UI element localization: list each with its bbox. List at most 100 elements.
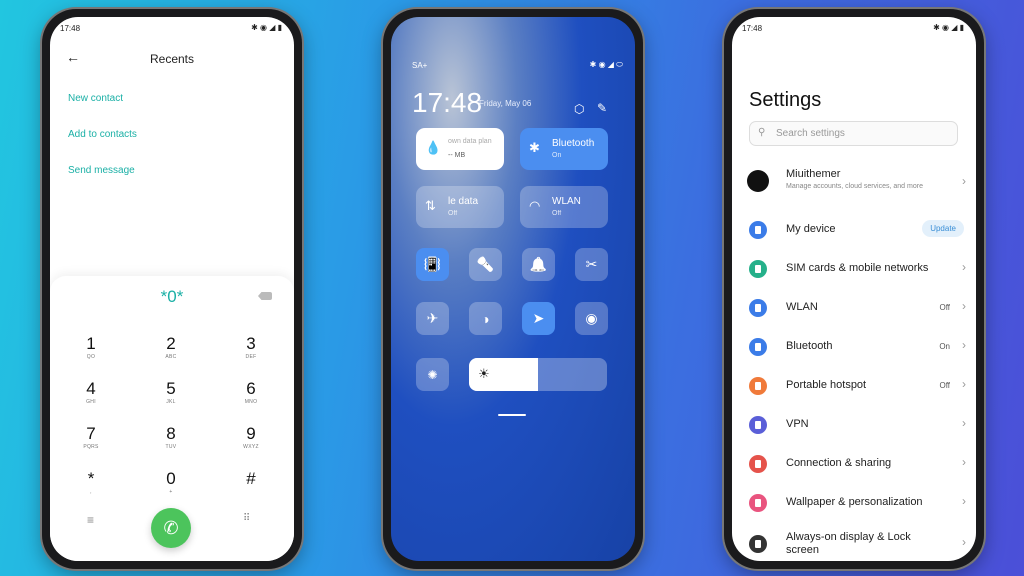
auto-brightness-button[interactable]: ✺ [416, 358, 449, 391]
key-digit: 6 [246, 379, 256, 398]
airplane-icon: ✈ [426, 310, 439, 326]
settings-item-label: Bluetooth [786, 340, 833, 352]
flashlight-toggle[interactable]: 🔦 [469, 248, 502, 281]
key-digit: 4 [86, 379, 96, 398]
chevron-right-icon: › [962, 377, 966, 391]
dark-mode-toggle[interactable]: ◑ [469, 302, 502, 335]
key-digit: 2 [166, 334, 176, 353]
edit-icon[interactable]: ✎ [597, 101, 607, 115]
tile-subtitle: -- MB [448, 152, 466, 159]
settings-item-label: VPN [786, 418, 809, 430]
key-letters: TUV [165, 444, 177, 450]
bluetooth-icon: ✱ [529, 140, 540, 155]
key-letters: + [169, 489, 173, 495]
vibrate-icon: 📳 [423, 256, 442, 272]
key-8[interactable]: 8 TUV [151, 424, 191, 450]
eye-toggle[interactable]: ◉ [575, 302, 608, 335]
key-digit: 7 [86, 424, 96, 443]
settings-item-label: Connection & sharing [786, 457, 892, 469]
settings-item-icon [749, 338, 767, 356]
settings-item-value: On [939, 342, 950, 351]
avatar [747, 170, 769, 192]
key-9[interactable]: 9 WXYZ [231, 424, 271, 450]
settings-item-vpn[interactable]: VPN › [732, 410, 976, 440]
search-placeholder: Search settings [776, 128, 845, 139]
tile-title: le data [448, 196, 479, 207]
add-to-contacts-link[interactable]: Add to contacts [68, 129, 137, 140]
key-digit: 1 [86, 334, 96, 353]
send-message-link[interactable]: Send message [68, 165, 135, 176]
key-letters: ABC [165, 354, 177, 360]
key-letters: GHI [86, 399, 96, 405]
brightness-slider[interactable]: ☀ [469, 358, 607, 391]
vibrate-toggle[interactable]: 📳 [416, 248, 449, 281]
menu-icon[interactable]: ≡ [87, 513, 94, 527]
settings-item-icon [749, 299, 767, 317]
screenshot-toggle[interactable]: ✂ [575, 248, 608, 281]
settings-item-always-on-display-lock-screen[interactable]: Always-on display & Lock screen › [732, 529, 976, 561]
settings-item-wallpaper-personalization[interactable]: Wallpaper & personalization › [732, 488, 976, 518]
settings-gear-icon[interactable]: ⬡ [574, 102, 584, 116]
dialer-screen: 17:48 ✱ ◉ ◢ ▮ ← Recents New contact Add … [50, 17, 294, 561]
tile-bluetooth[interactable]: ✱ Bluetooth On [520, 128, 608, 170]
key-letters: WXYZ [243, 444, 259, 450]
chevron-right-icon: › [962, 494, 966, 508]
key-letters: PQRS [83, 444, 99, 450]
settings-item-value: Off [939, 303, 950, 312]
account-row[interactable]: Miuithemer Manage accounts, cloud servic… [732, 162, 976, 206]
settings-item-icon [749, 455, 767, 473]
new-contact-link[interactable]: New contact [68, 93, 123, 104]
key-digit: 8 [166, 424, 176, 443]
dial-entry: *0* [160, 287, 184, 306]
bell-icon: 🔔 [529, 256, 548, 272]
key-digit: 9 [246, 424, 256, 443]
settings-item-my-device[interactable]: My device Update [732, 215, 976, 245]
chevron-right-icon: › [962, 535, 966, 549]
sun-icon: ☀ [478, 366, 490, 381]
chevron-right-icon: › [962, 174, 966, 188]
chevron-right-icon: › [962, 455, 966, 469]
tile-title: Bluetooth [552, 138, 595, 149]
search-icon: ⚲ [758, 127, 766, 138]
key-#[interactable]: # [231, 469, 271, 489]
drag-handle[interactable] [498, 414, 526, 416]
phone-dialer: 17:48 ✱ ◉ ◢ ▮ ← Recents New contact Add … [42, 9, 302, 569]
key-4[interactable]: 4 GHI [71, 379, 111, 405]
key-digit: 5 [166, 379, 176, 398]
airplane-toggle[interactable]: ✈ [416, 302, 449, 335]
key-*[interactable]: *, [71, 469, 111, 495]
settings-item-label: WLAN [786, 301, 818, 313]
key-6[interactable]: 6 MNO [231, 379, 271, 405]
account-name: Miuithemer [786, 168, 841, 180]
call-button[interactable]: ✆ [151, 508, 191, 548]
update-badge[interactable]: Update [922, 220, 964, 237]
key-7[interactable]: 7 PQRS [71, 424, 111, 450]
settings-item-icon [749, 377, 767, 395]
tile-water-drop[interactable]: 💧 own data plan -- MB [416, 128, 504, 170]
settings-item-label: Always-on display & Lock screen [786, 531, 911, 556]
settings-item-sim-cards-mobile-networks[interactable]: SIM cards & mobile networks › [732, 254, 976, 284]
tile-mobile-data[interactable]: ⇅ le data Off [416, 186, 504, 228]
page-title: Settings [749, 89, 822, 111]
location-toggle[interactable]: ➤ [522, 302, 555, 335]
key-0[interactable]: 0 + [151, 469, 191, 495]
wifi-icon: ◠ [529, 198, 541, 213]
settings-item-bluetooth[interactable]: Bluetooth › On [732, 332, 976, 362]
page-title: Recents [149, 52, 195, 66]
search-input[interactable]: ⚲ Search settings [749, 121, 958, 146]
clock: 17:48 [412, 87, 483, 118]
settings-item-wlan[interactable]: WLAN › Off [732, 293, 976, 323]
settings-item-connection-sharing[interactable]: Connection & sharing › [732, 449, 976, 479]
mobile-data-icon: ⇅ [425, 198, 436, 213]
bell-toggle[interactable]: 🔔 [522, 248, 555, 281]
tile-subtitle: Off [552, 210, 562, 217]
tile-wifi[interactable]: ◠ WLAN Off [520, 186, 608, 228]
tile-subtitle: Off [448, 210, 458, 217]
key-5[interactable]: 5 JKL [151, 379, 191, 405]
keypad-icon[interactable]: ⠿ [243, 513, 250, 524]
key-3[interactable]: 3 DEF [231, 334, 271, 360]
carrier-label: SA+ [412, 61, 428, 70]
settings-item-portable-hotspot[interactable]: Portable hotspot › Off [732, 371, 976, 401]
key-1[interactable]: 1 QO [71, 334, 111, 360]
key-2[interactable]: 2 ABC [151, 334, 191, 360]
